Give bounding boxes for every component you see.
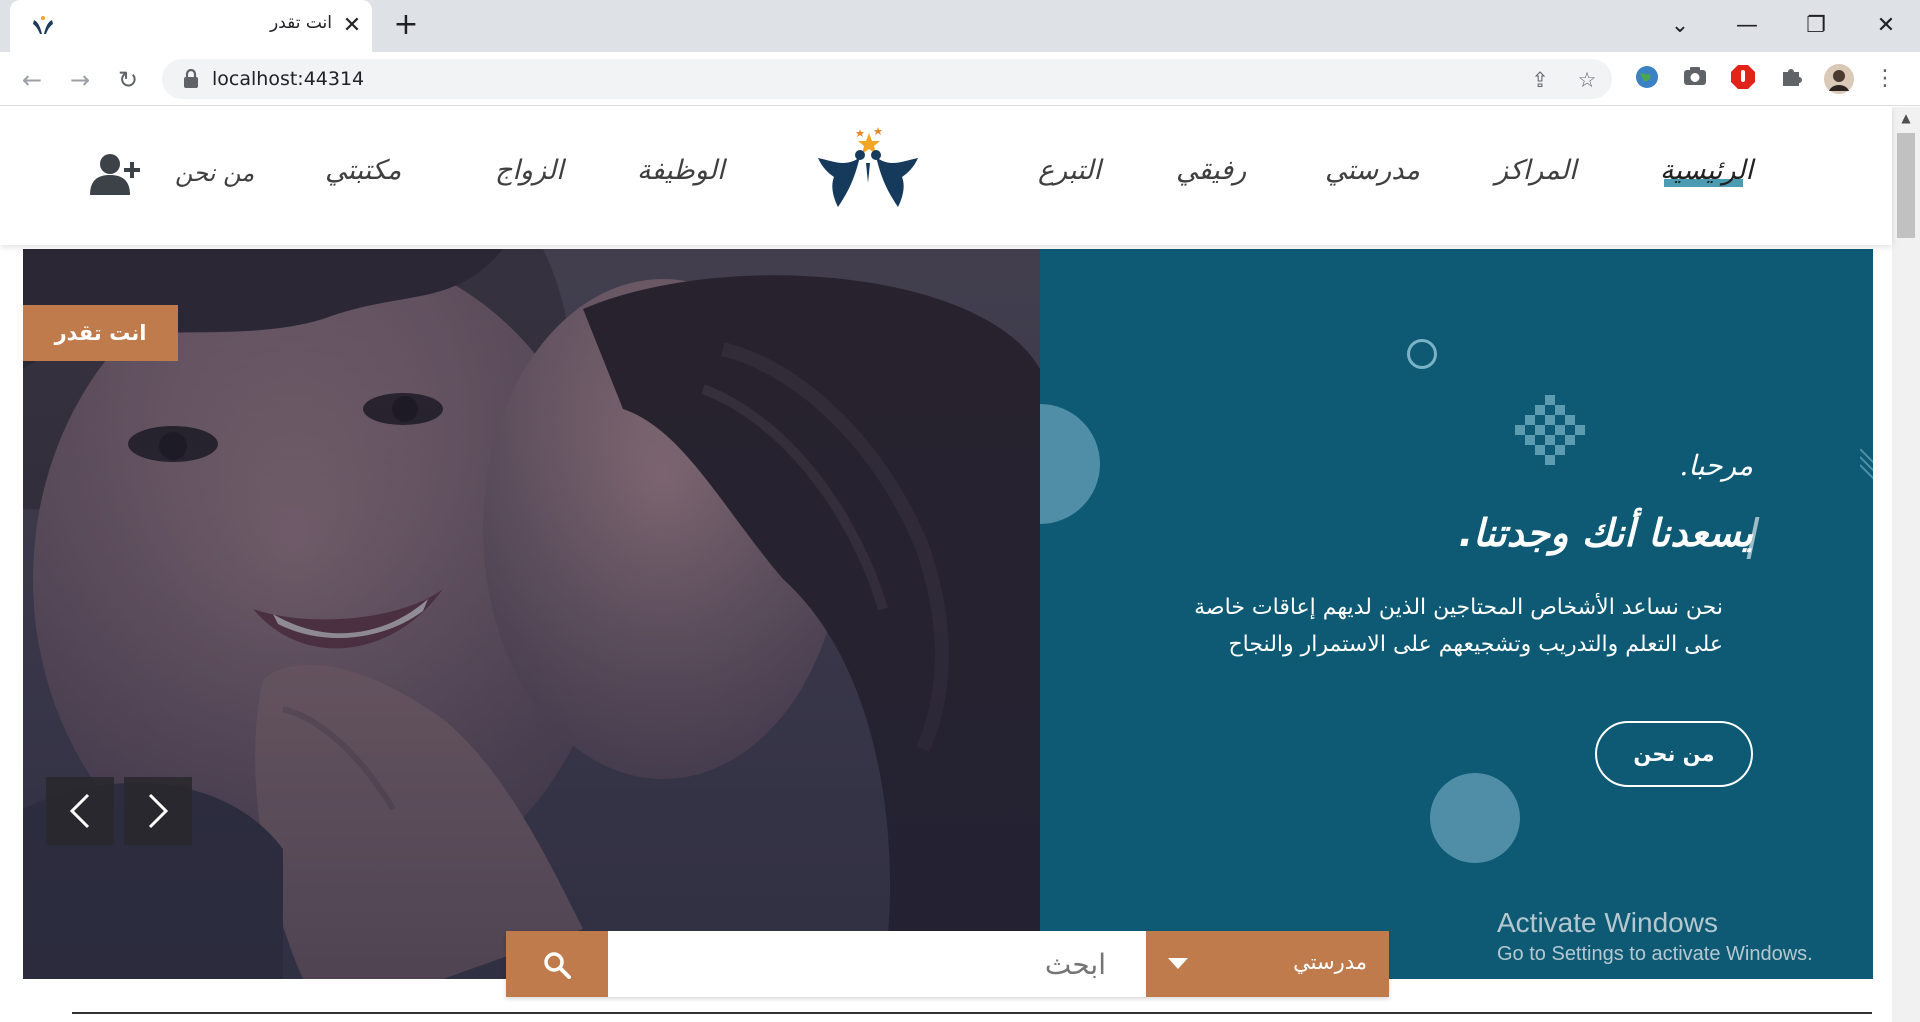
reload-icon[interactable]: ↻ bbox=[112, 64, 144, 96]
decorative-lines bbox=[1860, 449, 1873, 480]
page-divider bbox=[72, 1012, 1872, 1014]
search-bar: مدرستي bbox=[506, 931, 1389, 997]
restore-icon[interactable]: ❐ bbox=[1796, 10, 1836, 42]
nav-job[interactable]: الوظيفة bbox=[637, 155, 724, 186]
hero-photo-girls: انت تقدر bbox=[23, 249, 1040, 979]
browser-tab[interactable]: انت تقدر ✕ bbox=[10, 0, 372, 52]
decorative-dots-pattern bbox=[1515, 395, 1585, 465]
nav-my-school[interactable]: مدرستي bbox=[1325, 155, 1420, 186]
nav-home[interactable]: الرئيسية bbox=[1660, 155, 1753, 187]
new-tab-button[interactable]: + bbox=[390, 10, 422, 42]
search-button[interactable] bbox=[506, 931, 608, 997]
star-icon[interactable]: ☆ bbox=[1574, 67, 1600, 93]
decorative-circle-small bbox=[1430, 773, 1520, 863]
category-selected-label: مدرستي bbox=[1293, 950, 1367, 974]
nav-centers[interactable]: المراكز bbox=[1495, 155, 1577, 186]
nav-about-us[interactable]: من نحن bbox=[175, 159, 254, 187]
address-bar[interactable]: localhost:44314 ⇪ ☆ bbox=[162, 59, 1612, 99]
hero-section: انت تقدر مرحبا. يسعدنا أنك وجدتنا. نحن ن… bbox=[23, 249, 1873, 979]
puzzle-icon[interactable] bbox=[1776, 64, 1806, 94]
add-user-icon[interactable] bbox=[90, 153, 142, 195]
hero-greeting: مرحبا. bbox=[1679, 449, 1753, 482]
web-page: الرئيسية المراكز مدرستي رفيقي التبرع الو… bbox=[0, 107, 1920, 1022]
carousel-next-button[interactable] bbox=[124, 777, 192, 845]
camera-extension-icon[interactable] bbox=[1680, 64, 1710, 94]
tab-close-icon[interactable]: ✕ bbox=[338, 12, 366, 40]
chevron-right-icon bbox=[148, 793, 169, 829]
url-text: localhost:44314 bbox=[212, 68, 365, 90]
watermark-subtitle: Go to Settings to activate Windows. bbox=[1497, 943, 1813, 965]
browser-toolbar: ← → ↻ localhost:44314 ⇪ ☆ ⋮ bbox=[0, 52, 1920, 106]
nav-my-library[interactable]: مكتبتي bbox=[325, 155, 401, 186]
nav-marriage[interactable]: الزواج bbox=[495, 155, 564, 186]
site-header: الرئيسية المراكز مدرستي رفيقي التبرع الو… bbox=[0, 107, 1892, 245]
site-favicon-icon bbox=[33, 16, 53, 34]
category-dropdown[interactable]: مدرستي bbox=[1146, 931, 1389, 997]
nav-donation[interactable]: التبرع bbox=[1038, 155, 1101, 186]
decorative-circle bbox=[1040, 404, 1100, 524]
globe-extension-icon[interactable] bbox=[1632, 64, 1662, 94]
decorative-ring bbox=[1407, 339, 1437, 369]
windows-activation-watermark: Activate Windows Go to Settings to activ… bbox=[1497, 907, 1813, 966]
share-icon[interactable]: ⇪ bbox=[1527, 67, 1553, 93]
site-logo[interactable] bbox=[808, 123, 928, 233]
watermark-title: Activate Windows bbox=[1497, 907, 1718, 938]
scrollbar-thumb[interactable] bbox=[1897, 133, 1915, 238]
kebab-menu-icon[interactable]: ⋮ bbox=[1870, 64, 1900, 94]
forward-icon[interactable]: → bbox=[64, 64, 96, 96]
chevron-left-icon bbox=[69, 793, 90, 829]
hero-headline: يسعدنا أنك وجدتنا. bbox=[1458, 511, 1753, 555]
hero-text-panel: مرحبا. يسعدنا أنك وجدتنا. نحن نساعد الأش… bbox=[1040, 249, 1873, 979]
hero-description: نحن نساعد الأشخاص المحتاجين الذين لديهم … bbox=[1194, 595, 1723, 657]
minimize-icon[interactable]: — bbox=[1727, 10, 1767, 42]
adblock-extension-icon[interactable] bbox=[1728, 64, 1758, 94]
chevron-down-icon bbox=[1168, 958, 1188, 969]
tab-search-icon[interactable]: ⌄ bbox=[1660, 10, 1700, 42]
close-window-icon[interactable]: ✕ bbox=[1866, 10, 1906, 42]
nav-my-companion[interactable]: رفيقي bbox=[1176, 155, 1246, 186]
brand-badge: انت تقدر bbox=[23, 305, 178, 361]
tab-title: انت تقدر bbox=[269, 13, 332, 33]
lock-icon bbox=[184, 69, 198, 88]
scroll-up-icon[interactable]: ▲ bbox=[1899, 111, 1913, 125]
profile-avatar[interactable] bbox=[1824, 64, 1854, 94]
about-us-button[interactable]: من نحن bbox=[1595, 721, 1753, 787]
browser-tab-bar: انت تقدر ✕ + ⌄ — ❐ ✕ bbox=[0, 0, 1920, 52]
search-input[interactable] bbox=[608, 931, 1146, 997]
page-scrollbar[interactable]: ▲ bbox=[1892, 107, 1920, 1022]
carousel-prev-button[interactable] bbox=[46, 777, 114, 845]
search-icon bbox=[544, 952, 571, 979]
back-icon[interactable]: ← bbox=[16, 64, 48, 96]
